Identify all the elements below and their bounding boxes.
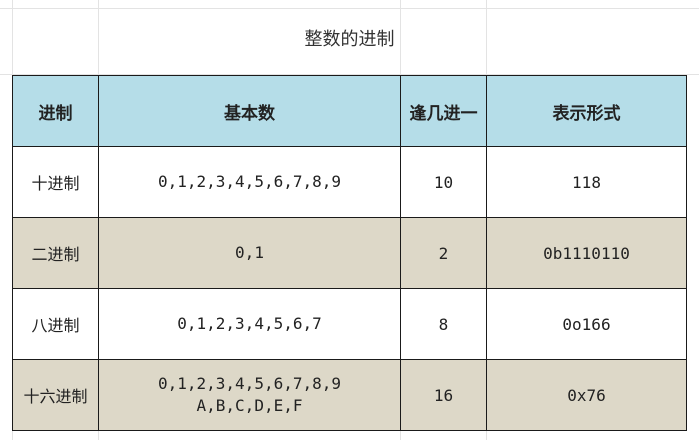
number-base-table: 进制 基本数 逢几进一 表示形式 十进制 0,1,2,3,4,5,6,7,8,9… bbox=[12, 75, 687, 431]
cell-representation[interactable]: 0x76 bbox=[486, 359, 687, 431]
cell-digits[interactable]: 0,1 bbox=[98, 217, 401, 289]
table-row: 十六进制 0,1,2,3,4,5,6,7,8,9 A,B,C,D,E,F 16 … bbox=[12, 359, 687, 431]
spreadsheet-sheet: 整数的进制 进制 基本数 逢几进一 表示形式 十进制 0,1,2,3,4,5,6… bbox=[0, 0, 699, 440]
header-cell-base[interactable]: 进制 bbox=[12, 75, 99, 147]
cell-base-name[interactable]: 八进制 bbox=[12, 288, 99, 360]
cell-digits[interactable]: 0,1,2,3,4,5,6,7,8,9 bbox=[98, 146, 401, 218]
cell-representation[interactable]: 0b1110110 bbox=[486, 217, 687, 289]
cell-representation[interactable]: 0o166 bbox=[486, 288, 687, 360]
cell-carry[interactable]: 2 bbox=[400, 217, 487, 289]
digits-line: A,B,C,D,E,F bbox=[196, 396, 303, 415]
digits-line: 0,1,2,3,4,5,6,7,8,9 bbox=[157, 172, 342, 191]
cell-base-name[interactable]: 二进制 bbox=[12, 217, 99, 289]
cell-carry[interactable]: 8 bbox=[400, 288, 487, 360]
cell-base-name[interactable]: 十进制 bbox=[12, 146, 99, 218]
header-cell-digits[interactable]: 基本数 bbox=[98, 75, 401, 147]
digits-line: 0,1,2,3,4,5,6,7 bbox=[177, 314, 322, 333]
table-row: 十进制 0,1,2,3,4,5,6,7,8,9 10 118 bbox=[12, 146, 687, 218]
header-cell-representation[interactable]: 表示形式 bbox=[486, 75, 687, 147]
cell-digits[interactable]: 0,1,2,3,4,5,6,7,8,9 A,B,C,D,E,F bbox=[98, 359, 401, 431]
page-title: 整数的进制 bbox=[304, 29, 395, 50]
cell-digits[interactable]: 0,1,2,3,4,5,6,7 bbox=[98, 288, 401, 360]
cell-carry[interactable]: 10 bbox=[400, 146, 487, 218]
header-cell-carry[interactable]: 逢几进一 bbox=[400, 75, 487, 147]
cell-carry[interactable]: 16 bbox=[400, 359, 487, 431]
cell-base-name[interactable]: 十六进制 bbox=[12, 359, 99, 431]
digits-line: 0,1,2,3,4,5,6,7,8,9 bbox=[157, 374, 342, 393]
grid-line bbox=[0, 8, 699, 9]
header-row: 进制 基本数 逢几进一 表示形式 bbox=[12, 75, 687, 147]
digits-line: 0,1 bbox=[235, 243, 264, 262]
table-row: 二进制 0,1 2 0b1110110 bbox=[12, 217, 687, 289]
table-row: 八进制 0,1,2,3,4,5,6,7 8 0o166 bbox=[12, 288, 687, 360]
cell-representation[interactable]: 118 bbox=[486, 146, 687, 218]
